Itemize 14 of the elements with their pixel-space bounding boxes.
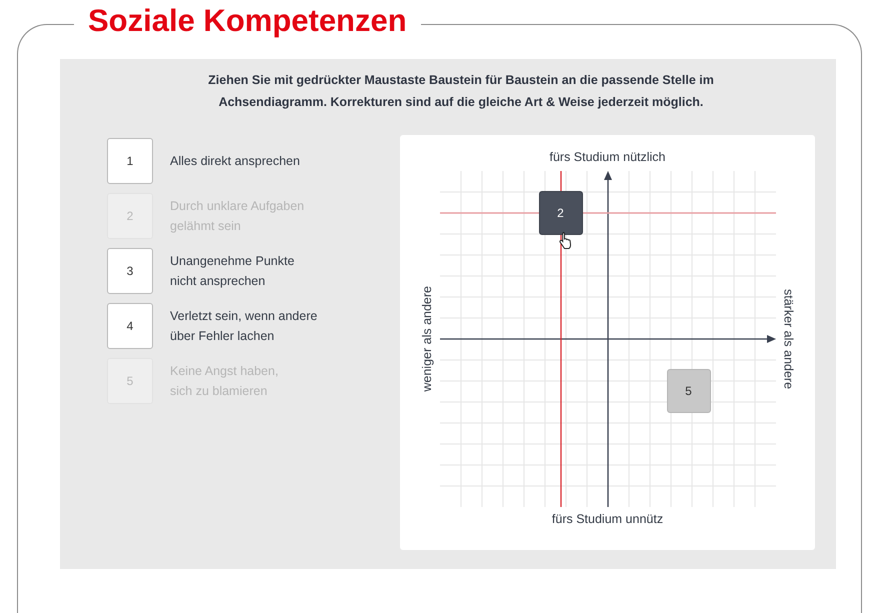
placed-tile[interactable]: 5 [666,369,710,413]
item-label: Unangenehme Punkte nicht ansprechen [170,253,294,290]
item-label: Verletzt sein, wenn andere über Fehler lachen [170,308,318,345]
instruction-text: Ziehen Sie mit gedrückter Maustaste Baustein für Baustein an die passende Stelle im Achsendiagramm. Korrekturen sind auf die gleiche Art & Weise jederzeit möglich. [207,72,715,111]
item-label: Alles direkt ansprechen [170,153,300,170]
axis-label: weniger als andere [420,286,434,392]
draggable-tile[interactable]: 3 [107,248,153,294]
draggable-tile[interactable]: 1 [107,138,153,184]
placed-tile[interactable]: 2 [538,191,582,235]
hand-cursor-icon [558,231,574,249]
draggable-tile[interactable]: 4 [107,303,153,349]
axis-label: fürs Studium unnütz [552,511,664,527]
axis-label: stärker als andere [782,288,796,390]
axis-label: fürs Studium nützlich [549,149,666,165]
